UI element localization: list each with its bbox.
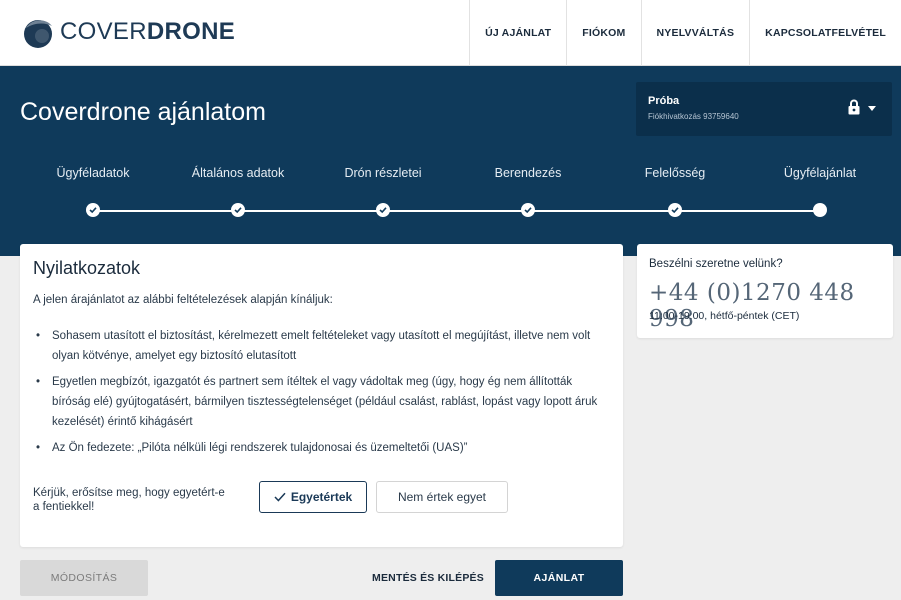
stepper-line [93, 210, 820, 212]
logo-text-light: COVER [60, 18, 147, 45]
nav-contact[interactable]: KAPCSOLATFELVÉTEL [749, 0, 901, 66]
contact-phone[interactable]: +44 (0)1270 448 998 [649, 280, 893, 332]
statement-item: Sohasem utasított el biztosítást, kérelm… [33, 326, 613, 366]
step-current-dot [813, 203, 827, 217]
agree-button-label: Egyetértek [290, 490, 353, 504]
contact-question: Beszélni szeretne velünk? [649, 258, 783, 270]
confirm-prompt: Kérjük, erősítse meg, hogy egyetért-e a … [33, 487, 225, 513]
progress-stepper: Ügyféladatok Általános adatok Drón részl… [20, 166, 881, 226]
statements-title: Nyilatkozatok [33, 258, 141, 278]
step-done-check-icon[interactable] [231, 203, 245, 217]
coverdrone-logo[interactable]: COVERDRONE [20, 14, 235, 50]
statements-intro: A jelen árajánlatot az alábbi feltételez… [33, 294, 333, 306]
account-menu[interactable]: Próba Fiókhivatkozás 93759640 [636, 82, 892, 136]
statements-list: Sohasem utasított el biztosítást, kérelm… [33, 326, 613, 464]
offer-button[interactable]: AJÁNLAT [495, 560, 623, 596]
contact-card: Beszélni szeretne velünk? +44 (0)1270 44… [637, 244, 893, 338]
account-reference: Fiókhivatkozás 93759640 [648, 112, 739, 121]
step-label-drone-details[interactable]: Drón részletei [344, 166, 421, 180]
save-and-exit-button[interactable]: MENTÉS ÉS KILÉPÉS [368, 560, 488, 596]
main-nav: ÚJ AJÁNLAT FIÓKOM NYELVVÁLTÁS KAPCSOLATF… [469, 0, 901, 66]
step-label-client-offer[interactable]: Ügyfélajánlat [784, 166, 856, 180]
nav-my-account[interactable]: FIÓKOM [566, 0, 640, 66]
nav-new-quote[interactable]: ÚJ AJÁNLAT [469, 0, 566, 66]
lock-icon [848, 99, 860, 115]
account-name: Próba [648, 95, 680, 107]
step-done-check-icon[interactable] [668, 203, 682, 217]
top-navigation-bar: COVERDRONE ÚJ AJÁNLAT FIÓKOM NYELVVÁLTÁS… [0, 0, 901, 66]
disagree-button[interactable]: Nem értek egyet [376, 481, 508, 513]
step-label-equipment[interactable]: Berendezés [495, 166, 562, 180]
step-label-liability[interactable]: Felelősség [645, 166, 705, 180]
logo-text-bold: DRONE [146, 18, 236, 45]
agree-button[interactable]: Egyetértek [259, 481, 367, 513]
hero-banner: Coverdrone ajánlatom Próba Fiókhivatkozá… [0, 66, 901, 256]
nav-language[interactable]: NYELVVÁLTÁS [640, 0, 750, 66]
statement-item: Az Ön fedezete: „Pilóta nélküli légi ren… [33, 438, 613, 458]
statements-card: Nyilatkozatok A jelen árajánlatot az alá… [20, 244, 623, 547]
step-label-client-data[interactable]: Ügyféladatok [57, 166, 130, 180]
chevron-down-icon[interactable] [868, 106, 876, 111]
check-icon [274, 492, 286, 502]
contact-hours: 11:00-19:00, hétfő-péntek (CET) [649, 310, 800, 322]
step-label-general-data[interactable]: Általános adatok [192, 166, 284, 180]
logo-mark-icon [20, 14, 56, 50]
step-done-check-icon[interactable] [376, 203, 390, 217]
statement-item: Egyetlen megbízót, igazgatót és partnert… [33, 372, 613, 432]
modify-button[interactable]: MÓDOSÍTÁS [20, 560, 148, 596]
page-title: Coverdrone ajánlatom [20, 98, 266, 126]
logo-text: COVERDRONE [60, 18, 235, 46]
step-done-check-icon[interactable] [86, 203, 100, 217]
step-done-check-icon[interactable] [521, 203, 535, 217]
